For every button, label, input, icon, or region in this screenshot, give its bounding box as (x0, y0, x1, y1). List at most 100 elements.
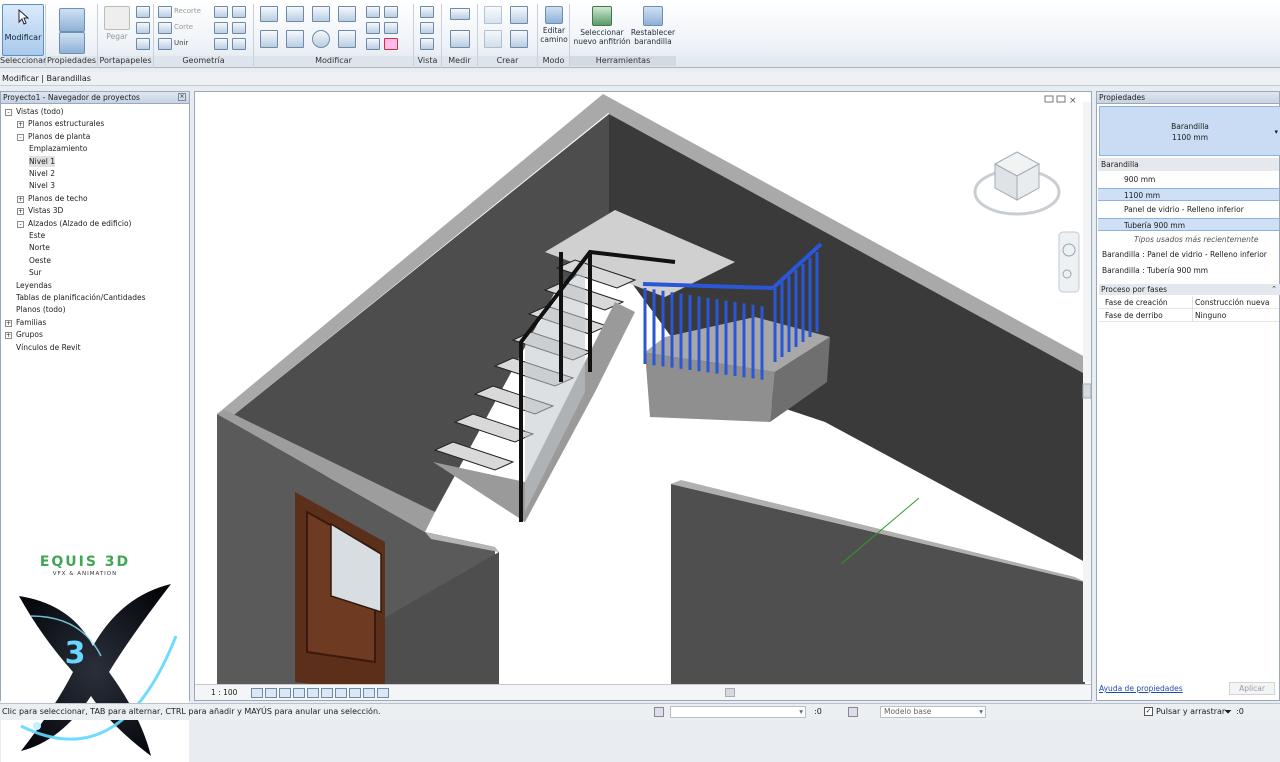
worksets-icon[interactable] (654, 707, 664, 717)
render-icon[interactable] (307, 688, 319, 698)
array-icon[interactable] (366, 22, 380, 34)
create-assembly-icon[interactable] (510, 6, 528, 24)
cut-geom-label[interactable]: Recorte (174, 7, 201, 15)
delete-icon[interactable] (384, 38, 398, 50)
tree-item[interactable]: + Grupos (5, 329, 43, 340)
tree-item[interactable]: Nivel 2 (29, 168, 55, 179)
tree-item[interactable]: Este (29, 230, 45, 241)
split-face-icon[interactable] (232, 6, 246, 18)
copy-element-icon[interactable] (286, 30, 304, 48)
cut-geometry-icon[interactable] (158, 22, 172, 34)
tree-item[interactable]: - Vistas (todo) (5, 106, 64, 117)
tree-item[interactable]: + Planos estructurales (17, 118, 104, 129)
type-option-glass[interactable]: Panel de vidrio - Relleno inferior (1098, 203, 1279, 216)
type-option-1100[interactable]: 1100 mm (1098, 188, 1279, 201)
close-icon[interactable]: × (178, 93, 186, 101)
measure-icon[interactable] (450, 8, 470, 20)
remove-paint-icon[interactable] (232, 22, 246, 34)
temp-hide-icon[interactable] (363, 688, 375, 698)
copy-icon[interactable] (136, 22, 150, 34)
select-host-button[interactable]: Seleccionar nuevo anfitrión (572, 4, 632, 46)
recent-type-1[interactable]: Barandilla : Panel de vidrio - Relleno i… (1098, 248, 1279, 261)
rotate-icon[interactable] (312, 30, 330, 48)
workset-dropdown[interactable]: ▾ (670, 706, 806, 718)
type-selector[interactable]: Barandilla 1100 mm ▾ (1099, 106, 1280, 156)
expand-toggle-icon[interactable]: + (17, 208, 24, 216)
cut-clipboard-icon[interactable] (136, 6, 150, 18)
wall-joins-icon[interactable] (214, 6, 228, 18)
tree-item[interactable]: Sur (29, 267, 42, 278)
match-properties-icon[interactable] (136, 38, 150, 50)
tree-item[interactable]: + Planos de techo (17, 193, 88, 204)
tree-item[interactable]: Oeste (29, 255, 51, 266)
expand-toggle-icon[interactable]: + (5, 319, 12, 327)
dimension-icon[interactable] (450, 30, 470, 48)
tree-item[interactable]: Nivel 3 (29, 180, 55, 191)
properties-help-link[interactable]: Ayuda de propiedades (1099, 684, 1183, 693)
join-icon[interactable] (158, 38, 172, 50)
press-drag-checkbox[interactable]: ✓ (1144, 707, 1153, 716)
apply-button[interactable]: Aplicar (1229, 682, 1275, 695)
split-gap-icon[interactable] (384, 6, 398, 18)
create-group-icon[interactable] (484, 30, 502, 48)
crop-view-icon[interactable] (321, 688, 333, 698)
design-option-dropdown[interactable]: Modelo base ▾ (880, 706, 986, 718)
expand-toggle-icon[interactable]: + (17, 121, 24, 129)
tree-item[interactable]: + Familias (5, 317, 46, 328)
reset-railing-button[interactable]: Restablecer barandilla (630, 4, 676, 46)
scale-icon[interactable] (384, 22, 398, 34)
pick-icon[interactable] (232, 38, 246, 50)
restore-icon[interactable] (1056, 95, 1066, 103)
join-label[interactable]: Unir (174, 39, 188, 47)
split-icon[interactable] (366, 6, 380, 18)
tree-item[interactable]: Planos (todo) (5, 304, 66, 315)
cut-label[interactable]: Corte (174, 23, 193, 31)
detail-level-icon[interactable] (251, 688, 263, 698)
design-options-icon[interactable] (848, 707, 858, 717)
edit-path-button[interactable]: Editar camino (539, 4, 569, 44)
visual-style-icon[interactable] (265, 688, 277, 698)
paste-button[interactable]: Pegar (104, 4, 130, 41)
shadows-icon[interactable] (293, 688, 305, 698)
tree-item[interactable]: - Planos de planta (17, 131, 90, 142)
collapse-toggle-icon[interactable]: - (17, 220, 24, 228)
tree-item[interactable]: Leyendas (5, 280, 52, 291)
vertical-scroll-thumb[interactable] (1082, 383, 1091, 399)
hide-icon[interactable] (420, 6, 434, 18)
3d-model-canvas[interactable]: × (195, 92, 1092, 701)
filter-icon[interactable]: ⏷ (1224, 705, 1232, 721)
close-view-icon[interactable]: × (1069, 96, 1077, 106)
reveal-hidden-icon[interactable] (377, 688, 389, 698)
trim-icon[interactable] (338, 30, 356, 48)
view-scale[interactable]: 1 : 100 (211, 688, 237, 697)
phasing-section-header[interactable]: Proceso por fases ⌃ (1099, 284, 1280, 295)
navigation-bar[interactable] (1058, 231, 1080, 293)
expand-toggle-icon[interactable]: + (5, 332, 12, 340)
create-parts-icon[interactable] (510, 30, 528, 48)
collapse-toggle-icon[interactable]: - (17, 133, 24, 141)
type-option-pipe[interactable]: Tubería 900 mm (1098, 218, 1279, 231)
tree-item[interactable]: Tablas de planificación/Cantidades (5, 292, 145, 303)
align-icon[interactable] (260, 6, 278, 22)
type-option-900[interactable]: 900 mm (1098, 173, 1279, 186)
3d-viewport[interactable]: × 1 : 100 (194, 91, 1092, 701)
collapse-toggle-icon[interactable]: - (5, 109, 12, 116)
tree-item[interactable]: Vínculos de Revit (5, 342, 81, 353)
mirror-axis-icon[interactable] (312, 6, 330, 22)
show-crop-icon[interactable] (335, 688, 347, 698)
instance-properties-button[interactable] (58, 30, 86, 56)
minimize-icon[interactable] (1044, 95, 1054, 103)
phase-demolished-value[interactable]: Ninguno (1192, 309, 1226, 322)
tree-item[interactable]: - Alzados (Alzado de edificio) (17, 218, 131, 229)
pin-icon[interactable] (366, 38, 380, 50)
expand-toggle-icon[interactable]: + (17, 195, 24, 203)
paint-icon[interactable] (214, 22, 228, 34)
tree-item[interactable]: Emplazamiento (29, 143, 87, 154)
tree-item[interactable]: Norte (29, 242, 50, 253)
lock-view-icon[interactable] (349, 688, 361, 698)
offset-icon[interactable] (286, 6, 304, 22)
tree-item[interactable]: + Vistas 3D (17, 205, 63, 216)
demolish-icon[interactable] (214, 38, 228, 50)
recent-type-2[interactable]: Barandilla : Tubería 900 mm (1098, 264, 1279, 277)
collapse-icon[interactable]: ⌃ (1271, 284, 1277, 295)
